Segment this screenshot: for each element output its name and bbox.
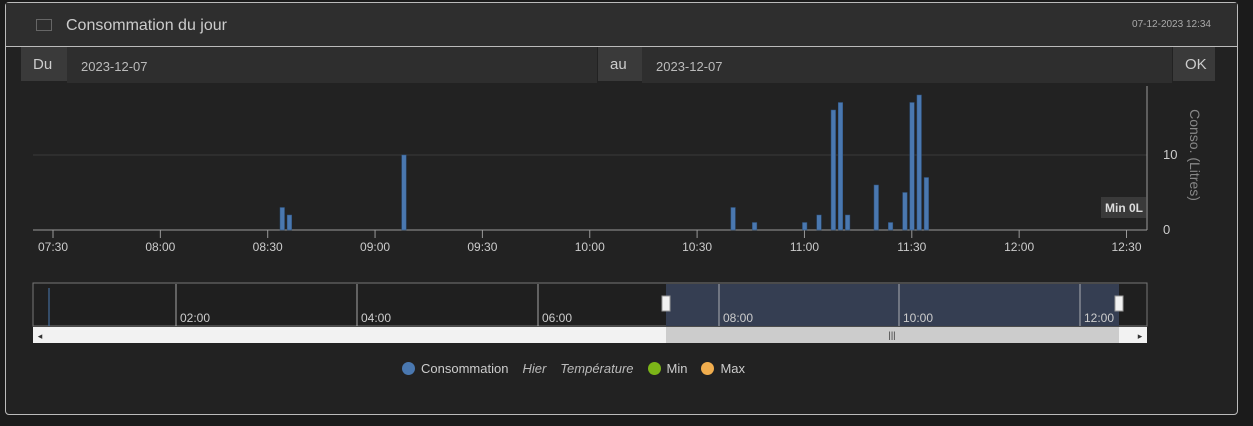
bar — [873, 184, 879, 231]
x-tick-label: 09:00 — [360, 240, 390, 254]
x-tick-label: 11:30 — [897, 240, 926, 254]
bar — [730, 207, 736, 231]
x-tick-label: 12:00 — [1004, 240, 1034, 254]
y-tick-label: 10 — [1163, 147, 1177, 162]
bar — [909, 102, 915, 231]
bar — [902, 192, 908, 231]
bar — [923, 177, 929, 231]
bar — [845, 214, 851, 231]
legend-dot — [402, 362, 415, 375]
legend-temperature[interactable]: Température — [560, 361, 633, 376]
min-annotation: Min 0L — [1105, 201, 1143, 215]
navigator-tick-label: 06:00 — [542, 311, 572, 325]
legend: Consommation Hier Température Min Max — [402, 361, 745, 376]
bar — [286, 214, 292, 231]
bar — [279, 207, 285, 231]
bar — [816, 214, 822, 231]
bar — [752, 222, 758, 231]
scroll-left-icon[interactable]: ◂ — [38, 331, 43, 341]
x-tick-label: 09:30 — [467, 240, 497, 254]
navigator-tick-label: 08:00 — [723, 311, 753, 325]
legend-dot — [647, 362, 661, 375]
navigator-tick-label: 02:00 — [180, 311, 210, 325]
x-tick-label: 12:30 — [1111, 240, 1141, 254]
navigator-tick-label: 04:00 — [361, 311, 391, 325]
legend-min[interactable]: Min — [647, 361, 687, 376]
x-tick-label: 07:30 — [38, 240, 68, 254]
navigator-handle[interactable] — [1114, 295, 1124, 312]
navigator-handle[interactable] — [661, 295, 671, 312]
scroll-right-icon[interactable]: ▸ — [1138, 331, 1143, 341]
x-tick-label: 10:30 — [682, 240, 712, 254]
bar — [916, 94, 922, 231]
navigator-tick-label: 12:00 — [1084, 311, 1114, 325]
legend-consommation[interactable]: Consommation — [402, 361, 508, 376]
x-tick-label: 08:00 — [145, 240, 175, 254]
x-tick-label: 08:30 — [253, 240, 283, 254]
bar — [802, 222, 808, 231]
bar — [888, 222, 894, 231]
x-tick-label: 11:00 — [790, 240, 819, 254]
navigator-tick-label: 10:00 — [903, 311, 933, 325]
y-tick-label: 0 — [1163, 222, 1170, 237]
legend-dot — [701, 362, 715, 375]
x-tick-label: 10:00 — [575, 240, 605, 254]
bar — [401, 154, 407, 231]
legend-hier[interactable]: Hier — [522, 361, 546, 376]
bar — [830, 109, 836, 231]
y-axis-title: Conso. (Litres) — [1187, 109, 1203, 201]
bar — [837, 102, 843, 231]
legend-max[interactable]: Max — [701, 361, 745, 376]
scrollbar-grip-icon: ||| — [888, 330, 895, 340]
